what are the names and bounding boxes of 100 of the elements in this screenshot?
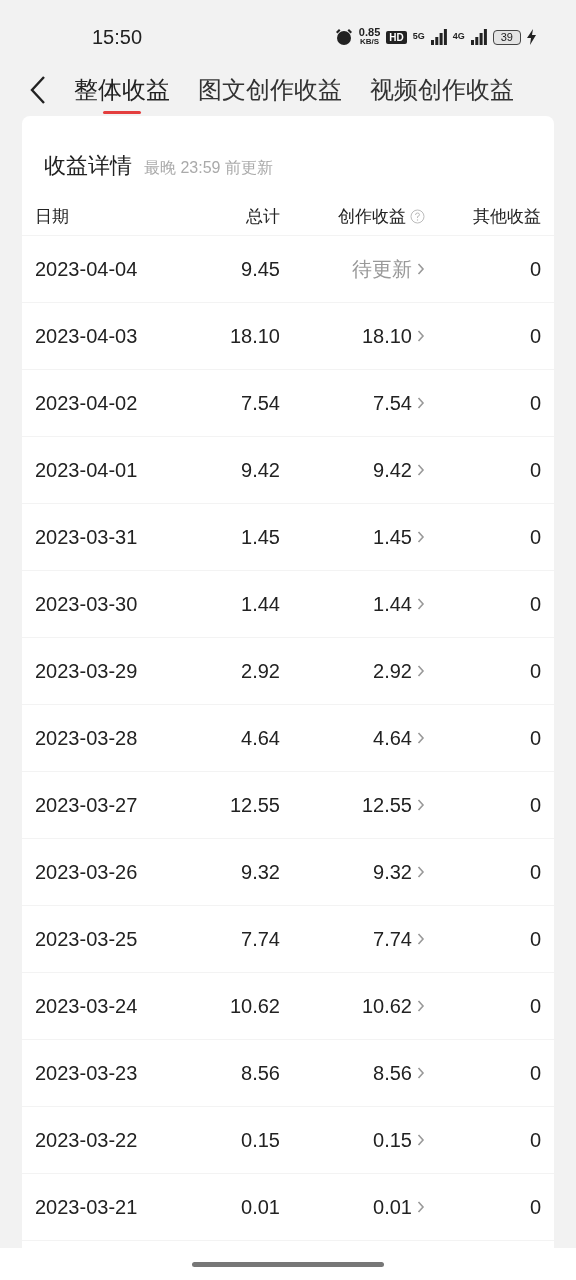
speed-unit: KB/S [360,37,380,46]
total-cell-text: 9.45 [240,257,280,282]
total-cell-text: 0.01 [240,1195,280,1220]
other-cell-text: 0 [528,726,541,751]
date-cell-text: 2023-03-30 [35,592,139,617]
table-row[interactable]: 2023-03-26 9.32 9.32 0 [22,839,554,906]
table-row[interactable]: 2023-04-03 18.10 18.10 0 [22,303,554,370]
total-cell-text: 8.56 [240,1061,280,1086]
table-row[interactable]: 2023-03-21 0.01 0.01 0 [22,1174,554,1241]
table-row[interactable]: 2023-03-31 1.45 1.45 0 [22,504,554,571]
alarm-icon [334,28,353,46]
other-cell-text: 0 [528,391,541,416]
chevron-icon [417,1133,425,1147]
other-cell-text: 0 [528,927,541,952]
update-note: 最晚 23:59 前更新 [144,158,273,178]
table-row[interactable]: 2023-03-29 2.92 2.92 0 [22,638,554,705]
creation-cell-text: 18.10 [361,324,412,349]
creation-cell-text: 9.42 [373,458,412,483]
total-cell-text: 12.55 [228,793,280,818]
table-row[interactable]: 2023-04-02 7.54 7.54 0 [22,370,554,437]
other-cell-text: 0 [528,324,541,349]
date-cell-text: 2023-04-04 [35,257,139,282]
card-title: 收益详情 [44,152,132,180]
creation-cell-text: 1.44 [373,592,412,617]
total-cell-text: 10.62 [228,994,280,1019]
hd-badge: HD [386,30,407,44]
total-cell-text: 9.42 [240,458,280,483]
other-cell-text: 0 [528,1061,541,1086]
table-row[interactable]: 2023-03-27 12.55 12.55 0 [22,772,554,839]
creation-cell-text: 12.55 [361,793,412,818]
status-time: 15:50 [92,25,143,50]
date-cell-text: 2023-04-01 [35,458,139,483]
tab[interactable]: 整体收益 [74,66,170,114]
date-cell-text: 2023-04-03 [35,324,139,349]
creation-cell-text: 10.62 [361,994,412,1019]
total-cell-text: 0.15 [240,1128,280,1153]
date-cell-text: 2023-03-23 [35,1061,139,1086]
other-cell-text: 0 [528,994,541,1019]
table-row[interactable]: 2023-03-28 4.64 4.64 0 [22,705,554,772]
date-cell-text: 2023-03-27 [35,793,139,818]
creation-cell-text: 7.54 [373,391,412,416]
column-header: 日期 [35,205,70,228]
other-cell-text: 0 [528,860,541,885]
chevron-icon [417,329,425,343]
chevron-icon [417,597,425,611]
table-row[interactable]: 2023-03-22 0.15 0.15 0 [22,1107,554,1174]
back-icon [29,75,47,105]
creation-cell-text: 待更新 [352,257,412,282]
other-cell-text: 0 [528,525,541,550]
other-cell-text: 0 [528,1195,541,1220]
chevron-icon [417,932,425,946]
chevron-icon [417,262,425,276]
table-row[interactable]: 2023-03-24 10.62 10.62 0 [22,973,554,1040]
chevron-icon [417,1066,425,1080]
date-cell-text: 2023-03-31 [35,525,139,550]
signal-icon [470,29,487,45]
chevron-icon [417,396,425,410]
table-row[interactable]: 2023-04-04 9.45 待更新 0 [22,236,554,303]
creation-cell-text: 4.64 [373,726,412,751]
table-row[interactable]: 2023-03-23 8.56 8.56 0 [22,1040,554,1107]
date-cell-text: 2023-03-25 [35,927,139,952]
date-cell-text: 2023-03-28 [35,726,139,751]
total-cell-text: 2.92 [240,659,280,684]
other-cell-text: 0 [528,1128,541,1153]
other-cell-text: 0 [528,257,541,282]
creation-cell-text: 8.56 [373,1061,412,1086]
creation-cell-text: 0.01 [373,1195,412,1220]
total-cell-text: 1.45 [240,525,280,550]
date-cell-text: 2023-04-02 [35,391,139,416]
chevron-icon [417,798,425,812]
creation-cell-text: 9.32 [373,860,412,885]
date-cell-text: 2023-03-26 [35,860,139,885]
other-cell-text: 0 [528,793,541,818]
other-cell-text: 0 [528,592,541,617]
tab[interactable]: 图文创作收益 [198,66,342,114]
home-indicator[interactable] [192,1261,384,1267]
tab[interactable]: 视频创作收益 [370,66,514,114]
table-row[interactable]: 2023-03-25 7.74 7.74 0 [22,906,554,973]
date-cell-text: 2023-03-21 [35,1195,139,1220]
charging-icon [527,29,536,45]
chevron-icon [417,865,425,879]
date-cell-text: 2023-03-24 [35,994,139,1019]
chevron-icon [417,1200,425,1214]
chevron-icon [417,731,425,745]
column-header: 创作收益 [338,205,406,228]
creation-cell-text: 1.45 [373,525,412,550]
total-cell-text: 18.10 [228,324,280,349]
column-header: 总计 [245,205,280,228]
date-cell-text: 2023-03-22 [35,1128,139,1153]
date-cell-text: 2023-03-29 [35,659,139,684]
column-header: 其他收益 [472,205,541,228]
table-row[interactable]: 2023-03-30 1.44 1.44 0 [22,571,554,638]
table-row[interactable]: 2023-04-01 9.42 9.42 0 [22,437,554,504]
chevron-icon [417,999,425,1013]
chevron-icon [417,530,425,544]
signal-icon [430,29,447,45]
total-cell-text: 9.32 [240,860,280,885]
battery-icon: 39 [492,29,521,45]
other-cell-text: 0 [528,659,541,684]
other-cell-text: 0 [528,458,541,483]
